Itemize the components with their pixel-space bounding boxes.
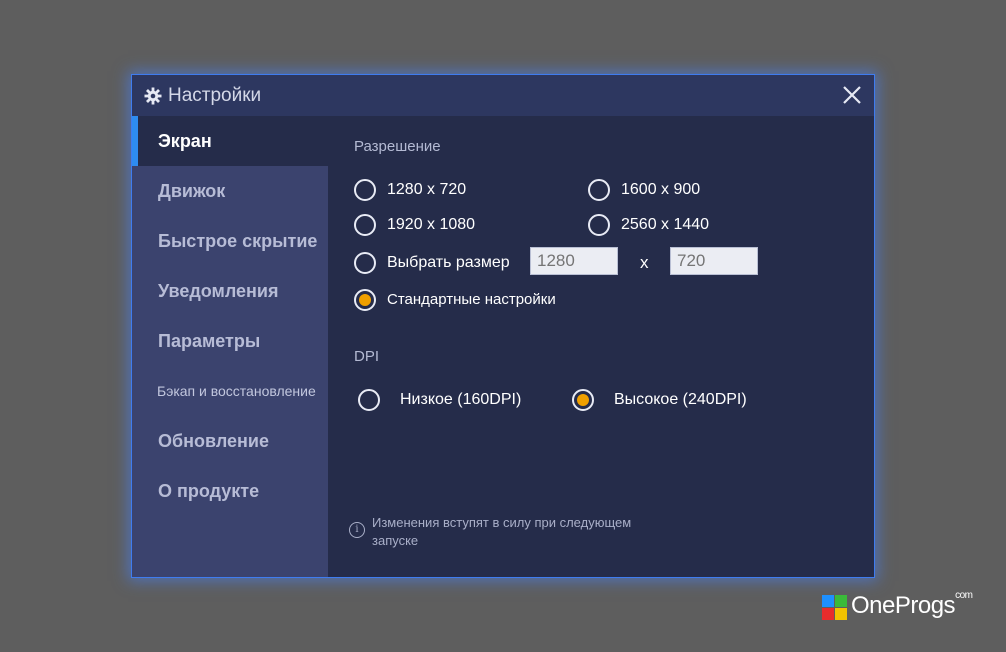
dialog-title: Настройки [168, 85, 262, 106]
radio-circle [572, 389, 594, 411]
radio-label: 2560 x 1440 [621, 216, 710, 233]
settings-dialog: Настройки Экран Движок Быстрое скрытие У… [131, 74, 875, 578]
oneprogs-logo-icon [822, 595, 848, 621]
close-button[interactable] [840, 83, 864, 107]
sidebar-item-about[interactable]: О продукте [132, 466, 328, 516]
resolution-heading: Разрешение [354, 138, 441, 155]
sidebar-item-backup[interactable]: Бэкап и восстановление [132, 366, 328, 416]
custom-width-input[interactable] [530, 247, 618, 275]
size-separator: x [640, 253, 649, 272]
restart-notice: Изменения вступят в силу при следующем з… [372, 515, 632, 548]
radio-label: Выбрать размер [387, 254, 510, 271]
brand-name: OneProgscom [851, 590, 973, 619]
brand-suffix: com [955, 590, 973, 601]
radio-circle [354, 252, 376, 274]
radio-label: Стандартные настройки [387, 291, 556, 308]
sidebar-item-update[interactable]: Обновление [132, 416, 328, 466]
dpi-heading: DPI [354, 348, 380, 365]
radio-label: Высокое (240DPI) [614, 391, 747, 408]
close-icon [843, 86, 861, 104]
screen-settings-panel: Разрешение 1280 x 720 1600 x 900 1920 x … [328, 116, 874, 577]
radio-label: 1600 x 900 [621, 181, 701, 198]
radio-circle [358, 389, 380, 411]
sidebar-item-parameters[interactable]: Параметры [132, 316, 328, 366]
sidebar-item-quick-hide[interactable]: Быстрое скрытие [132, 216, 328, 266]
radio-circle [354, 214, 376, 236]
info-icon: i [349, 522, 365, 538]
gear-icon [144, 87, 162, 105]
radio-label: 1280 x 720 [387, 181, 467, 198]
radio-circle [354, 289, 376, 311]
radio-label: Низкое (160DPI) [400, 391, 522, 408]
sidebar-item-screen[interactable]: Экран [132, 116, 328, 166]
sidebar: Экран Движок Быстрое скрытие Уведомления… [132, 116, 328, 577]
radio-circle [588, 214, 610, 236]
custom-height-input[interactable] [670, 247, 758, 275]
radio-circle [354, 179, 376, 201]
radio-circle [588, 179, 610, 201]
radio-label: 1920 x 1080 [387, 216, 476, 233]
sidebar-item-notifications[interactable]: Уведомления [132, 266, 328, 316]
sidebar-item-engine[interactable]: Движок [132, 166, 328, 216]
title-bar[interactable]: Настройки [132, 75, 874, 116]
